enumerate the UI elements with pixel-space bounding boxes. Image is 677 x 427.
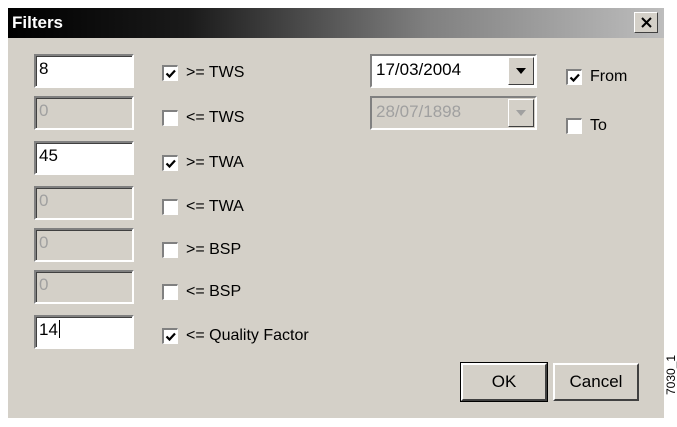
bsp-max-input: 0 (34, 270, 134, 304)
cancel-button[interactable]: Cancel (553, 363, 639, 401)
bsp-min-checkbox[interactable] (162, 242, 178, 258)
from-checkbox[interactable] (566, 69, 582, 85)
twa-max-input: 0 (34, 186, 134, 220)
checkmark-icon (569, 73, 580, 83)
twa-max-checkbox[interactable] (162, 199, 178, 215)
twa-max-label: <= TWA (186, 198, 244, 215)
ok-button[interactable]: OK (460, 362, 548, 402)
tws-max-checkbox[interactable] (162, 110, 178, 126)
close-icon (641, 17, 652, 28)
to-date-dropdown-button (508, 99, 534, 127)
from-date-dropdown-button[interactable] (508, 57, 534, 85)
quality-factor-label: <= Quality Factor (186, 327, 309, 344)
from-date-value: 17/03/2004 (376, 60, 462, 79)
to-date-value: 28/07/1898 (376, 102, 462, 121)
title-bar[interactable]: Filters (8, 8, 664, 38)
twa-min-label: >= TWA (186, 154, 244, 171)
chevron-down-icon (516, 68, 526, 74)
quality-factor-input[interactable]: 14 (34, 315, 134, 349)
tws-max-input: 0 (34, 96, 134, 130)
to-checkbox[interactable] (566, 118, 582, 134)
to-date-combo: 28/07/1898 (370, 96, 537, 130)
bsp-max-label: <= BSP (186, 283, 242, 300)
checkmark-icon (165, 69, 176, 79)
bsp-min-input: 0 (34, 228, 134, 262)
close-button[interactable] (634, 12, 658, 33)
quality-factor-checkbox[interactable] (162, 328, 178, 344)
twa-min-input[interactable]: 45 (34, 141, 134, 175)
bsp-min-label: >= BSP (186, 241, 242, 258)
text-caret (58, 320, 60, 338)
tws-min-checkbox[interactable] (162, 65, 178, 81)
tws-min-input[interactable]: 8 (34, 54, 134, 88)
figure-id-label: 7030_1 (664, 354, 677, 395)
checkmark-icon (165, 159, 176, 169)
tws-min-label: >= TWS (186, 64, 245, 81)
from-label: From (590, 68, 628, 85)
tws-max-label: <= TWS (186, 109, 245, 126)
window-title: Filters (12, 13, 64, 32)
from-date-combo[interactable]: 17/03/2004 (370, 54, 537, 88)
twa-min-checkbox[interactable] (162, 155, 178, 171)
checkmark-icon (165, 332, 176, 342)
chevron-down-icon (516, 110, 526, 116)
bsp-max-checkbox[interactable] (162, 284, 178, 300)
to-label: To (590, 117, 607, 134)
filters-dialog: Filters 8 >= TWS 0 <= TWS 45 >= TWA 0 <=… (8, 8, 664, 418)
